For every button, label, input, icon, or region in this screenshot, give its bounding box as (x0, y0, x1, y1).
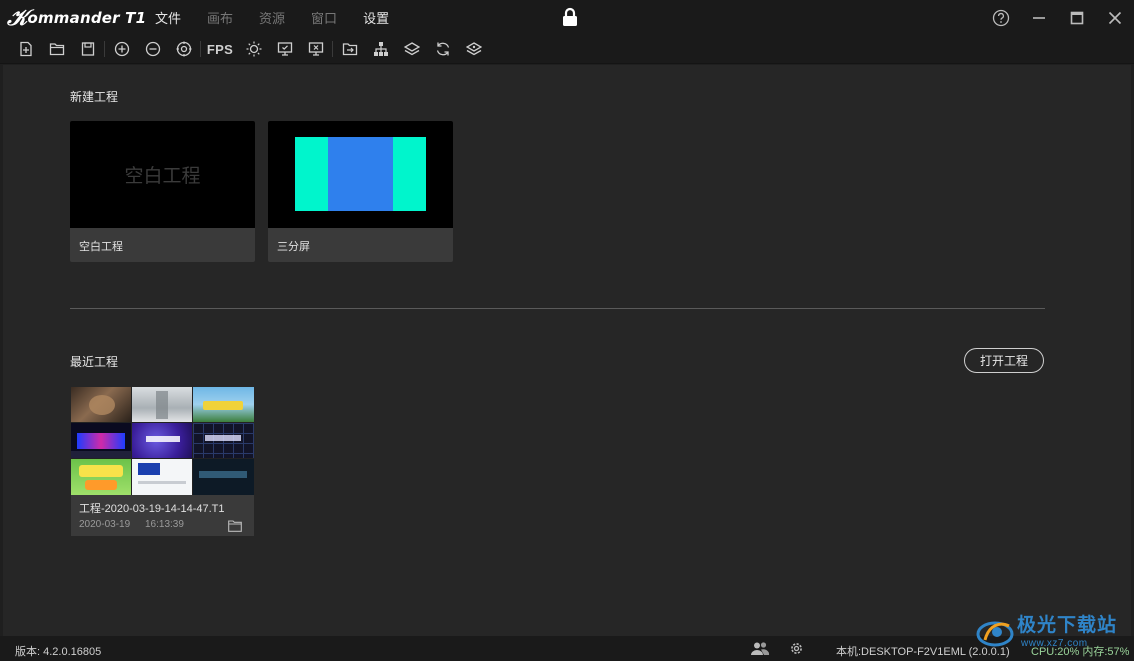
lock-icon[interactable] (561, 7, 579, 27)
layers-icon (403, 42, 420, 56)
thumb-tile (71, 387, 131, 422)
folder-export-icon (342, 43, 357, 56)
users-icon[interactable] (750, 641, 770, 656)
cpu-memory-info: CPU:20% 内存:57% (1031, 646, 1130, 658)
title-bar: 𝒦 ommander T1 文件 画布 资源 窗口 设置 (0, 0, 1134, 35)
zoom-out-button[interactable] (137, 36, 168, 62)
layers-alt-button[interactable] (458, 36, 489, 62)
start-panel: 新建工程 空白工程 空白工程 三分屏 最近工程 打开工程 工程-2020-03-… (3, 65, 1131, 636)
menu-settings[interactable]: 设置 (363, 8, 389, 27)
refresh-icon (436, 42, 449, 56)
recent-project-time: 16:13:39 (145, 519, 184, 530)
project-thumbnail-grid (71, 387, 254, 495)
minimize-button[interactable] (1020, 0, 1058, 35)
status-bar: 版本: 4.2.0.16805 本机:DESKTOP-F2V1EML (2.0.… (0, 636, 1134, 661)
zoom-in-icon (114, 41, 129, 57)
blank-thumb-text: 空白工程 (124, 166, 201, 187)
maximize-button[interactable] (1058, 0, 1096, 35)
thumb-tile (193, 423, 254, 458)
screen-panel-left (295, 137, 328, 211)
monitor-check-icon (277, 42, 292, 56)
recent-project-card[interactable]: 工程-2020-03-19-14-14-47.T1 2020-03-19 16:… (71, 387, 254, 536)
recent-projects-title: 最近工程 (70, 355, 119, 369)
menu-window[interactable]: 窗口 (311, 8, 337, 27)
menu-file[interactable]: 文件 (155, 8, 181, 27)
screen-panel-center (328, 137, 393, 211)
menu-canvas[interactable]: 画布 (207, 8, 233, 27)
version-text: 版本: 4.2.0.16805 (15, 646, 102, 658)
app-logo: 𝒦 ommander T1 (7, 6, 146, 30)
toolbar-separator (200, 41, 201, 57)
host-info: 本机:DESKTOP-F2V1EML (2.0.0.1) (836, 646, 1010, 658)
thumb-tile (71, 459, 131, 495)
folder-icon[interactable] (228, 520, 242, 532)
new-file-icon (19, 41, 32, 57)
open-folder-button[interactable] (41, 36, 72, 62)
fps-label: FPS (206, 41, 234, 57)
template-triple-screen-card[interactable]: 三分屏 (268, 121, 453, 262)
hierarchy-button[interactable] (365, 36, 396, 62)
screen-close-button[interactable] (300, 36, 331, 62)
menu-resources[interactable]: 资源 (259, 8, 285, 27)
window-controls (982, 0, 1134, 35)
close-icon (1108, 11, 1122, 24)
layers-button[interactable] (396, 36, 427, 62)
screen-panel-right (393, 137, 426, 211)
export-button[interactable] (334, 36, 365, 62)
monitor-x-icon (308, 42, 323, 56)
new-file-button[interactable] (10, 36, 41, 62)
thumb-tile (132, 423, 192, 458)
template-thumbnail: 空白工程 (70, 121, 255, 228)
save-icon (81, 42, 94, 56)
thumb-tile (193, 459, 254, 495)
maximize-icon (1070, 11, 1084, 24)
zoom-out-icon (145, 41, 160, 57)
thumb-tile (71, 423, 131, 458)
fps-button[interactable]: FPS (202, 36, 238, 62)
screen-check-button[interactable] (269, 36, 300, 62)
target-icon (176, 41, 191, 57)
toolbar-separator (332, 41, 333, 57)
save-button[interactable] (72, 36, 103, 62)
menu-bar: 文件 画布 资源 窗口 设置 (155, 0, 415, 35)
recent-project-date: 2020-03-19 (79, 519, 131, 530)
template-label: 空白工程 (79, 241, 123, 253)
thumb-tile (132, 387, 192, 422)
recent-project-name: 工程-2020-03-19-14-14-47.T1 (79, 503, 225, 515)
template-blank-card[interactable]: 空白工程 空白工程 (70, 121, 255, 262)
help-icon (992, 9, 1010, 26)
stack-icon (465, 42, 482, 56)
logo-k-glyph: 𝒦 (7, 5, 28, 31)
help-button[interactable] (982, 0, 1020, 35)
brightness-icon (246, 41, 261, 57)
template-label: 三分屏 (277, 241, 310, 253)
fit-view-button[interactable] (168, 36, 199, 62)
template-thumbnail (268, 121, 453, 228)
close-button[interactable] (1096, 0, 1134, 35)
refresh-button[interactable] (427, 36, 458, 62)
toolbar-separator (104, 41, 105, 57)
new-project-title: 新建工程 (70, 90, 119, 104)
open-project-button[interactable]: 打开工程 (964, 348, 1044, 373)
minimize-icon (1033, 16, 1045, 19)
thumb-tile (132, 459, 192, 495)
logo-text: ommander T1 (27, 9, 147, 27)
hierarchy-icon (373, 42, 388, 56)
settings-gear-icon[interactable] (789, 641, 804, 656)
brightness-button[interactable] (238, 36, 269, 62)
toolbar: FPS (0, 35, 1134, 64)
thumb-tile (193, 387, 254, 422)
section-divider (70, 308, 1045, 309)
zoom-in-button[interactable] (106, 36, 137, 62)
folder-open-icon (49, 43, 64, 56)
